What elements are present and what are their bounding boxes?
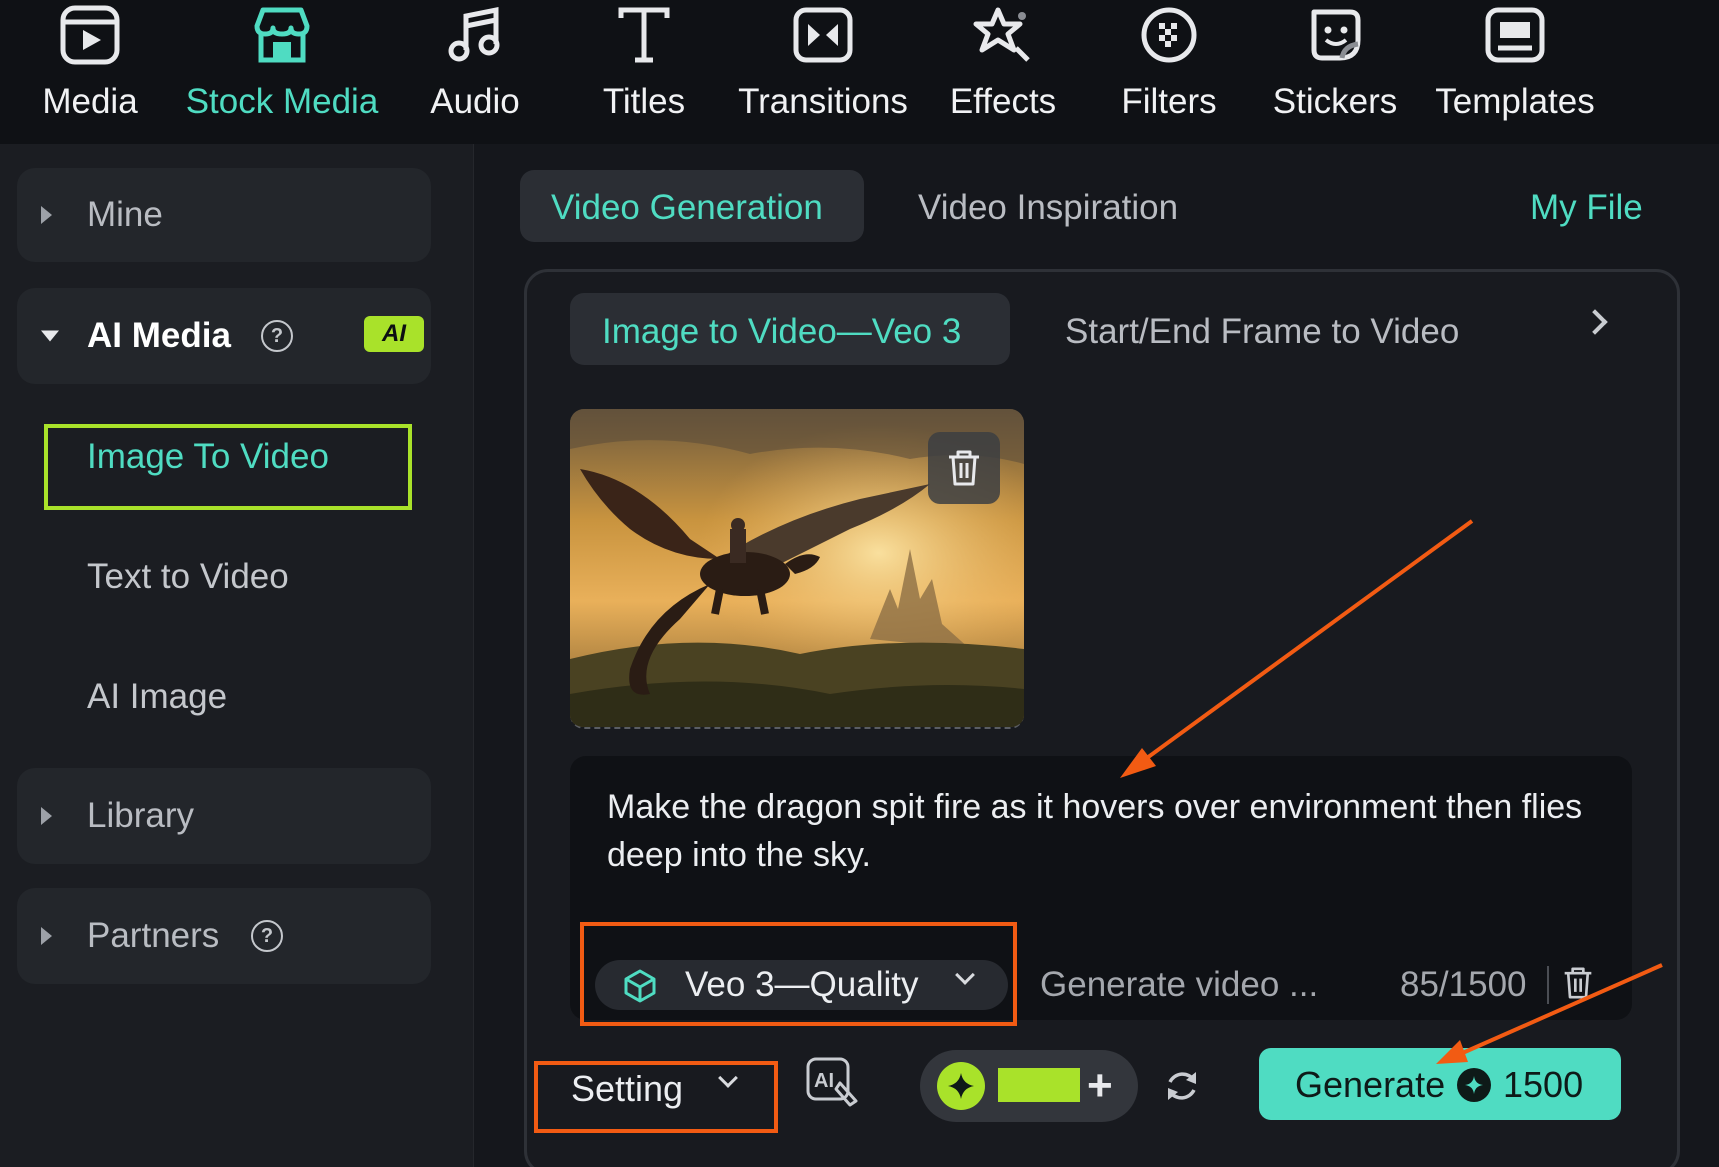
generate-label: Generate [1295,1064,1446,1105]
add-credits-plus-icon[interactable]: + [1087,1064,1113,1108]
ai-badge: AI [364,316,424,352]
transitions-icon [788,0,858,70]
help-icon[interactable]: ? [251,920,283,952]
prompt-text[interactable]: Make the dragon spit fire as it hovers o… [607,783,1607,879]
top-toolbar: Media Stock Media Audio Titles Transitio… [0,0,1719,144]
toolbar-stickers[interactable]: Stickers [1272,0,1398,144]
toolbar-transitions[interactable]: Transitions [738,0,908,144]
toolbar-filters[interactable]: Filters [1121,0,1217,144]
titles-icon [609,0,679,70]
sidebar-item-partners[interactable]: Partners ? [17,888,431,984]
toolbar-label: Transitions [738,82,908,121]
divider [1547,966,1549,1004]
subtab-start-end-frame[interactable]: Start/End Frame to Video [1065,312,1459,352]
sidebar-item-ai-media[interactable]: AI Media ? AI [17,288,431,384]
templates-icon [1480,0,1550,70]
stock-media-icon [247,0,317,70]
sidebar-item-text-to-video[interactable]: Text to Video [87,557,289,597]
toolbar-label: Stickers [1272,82,1398,121]
caret-down-icon [41,330,59,342]
sparkle-icon [937,1062,985,1110]
subtab-image-to-video-veo3[interactable]: Image to Video—Veo 3 [602,312,961,352]
help-icon[interactable]: ? [261,320,293,352]
stickers-icon [1300,0,1370,70]
generate-cost: 1500 [1503,1064,1584,1105]
caret-right-icon [41,927,52,945]
toolbar-effects[interactable]: Effects [950,0,1056,144]
toolbar-label: Audio [430,82,520,121]
annotation-model-box [580,922,1017,1026]
sidebar-item-mine[interactable]: Mine [17,168,431,262]
sidebar-item-ai-image[interactable]: AI Image [87,677,227,717]
toolbar-label: Templates [1435,82,1595,121]
toolbar-audio[interactable]: Audio [425,0,525,144]
toolbar-stock-media[interactable]: Stock Media [184,0,380,144]
refresh-icon[interactable] [1162,1066,1202,1106]
caret-right-icon [41,206,52,224]
toolbar-templates[interactable]: Templates [1434,0,1596,144]
sidebar-item-label: Partners [87,916,220,955]
ai-prompt-icon[interactable]: AI [806,1057,860,1107]
toolbar-label: Stock Media [185,82,379,121]
credits-value-redacted [998,1068,1080,1102]
generate-hint: Generate video ... [1040,965,1319,1004]
toolbar-media[interactable]: Media [38,0,142,144]
clear-prompt-trash-icon[interactable] [1562,966,1594,1000]
generate-button[interactable]: Generate 1500 [1259,1048,1621,1120]
filters-icon [1134,0,1204,70]
toolbar-label: Filters [1121,82,1217,121]
media-icon [55,0,125,70]
credit-coin-icon [1457,1068,1491,1102]
caret-right-icon [41,807,52,825]
sidebar-item-library[interactable]: Library [17,768,431,864]
effects-icon [968,0,1038,70]
toolbar-titles[interactable]: Titles [598,0,690,144]
sidebar-item-label: Library [87,796,194,835]
char-count: 85/1500 [1400,965,1527,1004]
sidebar-item-label: AI Media [87,316,231,355]
trash-icon [949,450,979,486]
sidebar-item-label: Mine [87,195,163,234]
delete-image-button[interactable] [928,432,1000,504]
svg-text:AI: AI [814,1070,834,1092]
toolbar-label: Media [42,82,138,121]
music-note-icon [440,0,510,70]
toolbar-label: Effects [949,82,1057,121]
sidebar-item-image-to-video[interactable]: Image To Video [87,437,329,477]
my-file-link[interactable]: My File [1530,188,1643,228]
tab-video-inspiration[interactable]: Video Inspiration [918,188,1178,228]
annotation-setting-box [534,1061,778,1133]
tab-video-generation[interactable]: Video Generation [551,188,823,228]
toolbar-label: Titles [602,82,686,121]
